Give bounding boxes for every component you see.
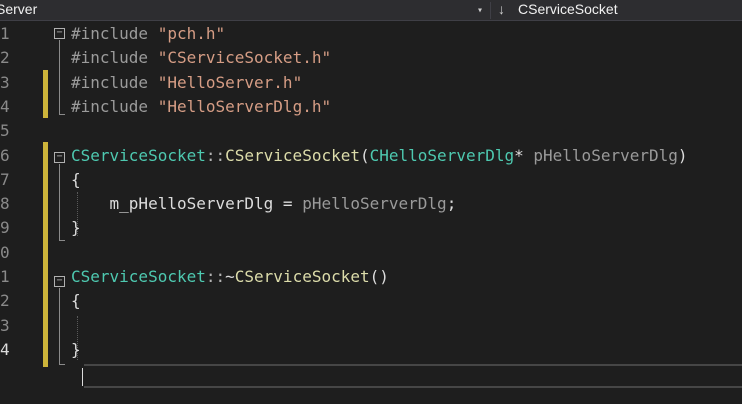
code-token: #include (71, 72, 158, 92)
code-token: () (369, 267, 389, 286)
code-token: { (71, 291, 81, 311)
code-token: m_pHelloServerDlg (71, 194, 283, 214)
line-number: 7 (0, 169, 10, 189)
code-text: { (71, 289, 81, 313)
code-token: pHelloServerDlg (302, 194, 447, 214)
code-line[interactable]: 1 #include "pch.h" (0, 22, 742, 46)
dropdown-arrow-icon[interactable]: ▾ (477, 1, 483, 20)
line-number: 1 (0, 24, 10, 43)
code-token: "CServiceSocket.h" (157, 48, 332, 68)
code-text: CServiceSocket::~CServiceSocket() (71, 265, 389, 289)
code-line[interactable]: 8 m_pHelloServerDlg = pHelloServerDlg; (0, 192, 742, 216)
code-text: #include "pch.h" (71, 22, 225, 46)
code-token: #include (71, 96, 158, 116)
code-line[interactable]: 9} (0, 216, 742, 240)
code-line[interactable]: 6 CServiceSocket::CServiceSocket(CHelloSe… (0, 144, 742, 168)
code-text: m_pHelloServerDlg = pHelloServerDlg; (71, 192, 457, 216)
code-token: #include (71, 24, 158, 43)
code-token: ; (446, 194, 457, 214)
code-token: "pch.h" (157, 24, 226, 43)
code-line[interactable]: 7{ (0, 168, 742, 192)
line-number: 8 (0, 194, 10, 214)
code-token: ~ (225, 267, 235, 286)
code-token: } (71, 218, 81, 238)
code-line[interactable]: 2{ (0, 289, 742, 313)
code-editor[interactable]: − − − 1 #include "pch.h" 2 #include "CServi… (0, 22, 742, 404)
line-number: 6 (0, 145, 10, 165)
code-line[interactable]: 4 #include "HelloServerDlg.h" (0, 95, 742, 119)
line-number: 0 (0, 242, 10, 262)
code-token: ( (359, 145, 370, 165)
code-line[interactable]: 5 (0, 119, 742, 143)
line-number: 4 (0, 96, 10, 116)
navigation-bar: Server ▾ ↓ CServiceSocket (0, 0, 742, 21)
code-token: ) (677, 145, 688, 165)
code-text: #include "CServiceSocket.h" (71, 46, 331, 70)
code-token: :: (205, 145, 226, 165)
code-token: CServiceSocket (71, 267, 206, 286)
line-number: 3 (0, 72, 10, 92)
line-number: 4 (0, 339, 10, 359)
code-text: CServiceSocket::CServiceSocket(CHelloSer… (71, 144, 688, 168)
code-line[interactable]: 0 (0, 241, 742, 265)
code-token: CHelloServerDlg (369, 145, 515, 165)
code-token: = (282, 194, 303, 214)
code-token: "HelloServerDlg.h" (157, 96, 332, 116)
text-caret (82, 368, 83, 386)
code-token: "HelloServer.h" (157, 72, 303, 92)
code-token: CServiceSocket (225, 145, 360, 165)
code-line[interactable]: 3 (0, 314, 742, 338)
code-text: } (71, 338, 81, 362)
fold-end (59, 364, 65, 365)
line-number: 2 (0, 291, 10, 311)
code-token: } (71, 339, 81, 359)
code-token: CServiceSocket (71, 145, 206, 165)
project-name: Server (0, 1, 38, 17)
code-token: CServiceSocket (234, 267, 370, 286)
line-number: 1 (0, 267, 10, 286)
code-line[interactable]: 3 #include "HelloServer.h" (0, 71, 742, 95)
member-dropdown[interactable]: ↓ CServiceSocket (498, 0, 618, 21)
code-text: { (71, 168, 81, 192)
code-line[interactable]: 4} (0, 338, 742, 362)
member-arrow-icon: ↓ (498, 1, 505, 17)
line-number: 5 (0, 121, 10, 141)
line-number: 3 (0, 315, 10, 335)
member-name: CServiceSocket (518, 1, 618, 17)
code-text: } (71, 216, 81, 240)
code-text: #include "HelloServer.h" (71, 71, 302, 95)
code-text: #include "HelloServerDlg.h" (71, 95, 331, 119)
code-token: * (514, 145, 534, 165)
code-line[interactable]: 1 CServiceSocket::~CServiceSocket() (0, 265, 742, 289)
line-number: 2 (0, 48, 10, 68)
code-token: :: (205, 267, 226, 286)
current-line-highlight (84, 364, 742, 388)
code-token: { (71, 169, 81, 189)
nav-divider (490, 2, 491, 19)
code-line[interactable]: 2 #include "CServiceSocket.h" (0, 46, 742, 70)
code-token: #include (71, 48, 158, 68)
line-number: 9 (0, 218, 10, 238)
code-token: pHelloServerDlg (533, 145, 678, 165)
project-dropdown[interactable]: Server (0, 0, 490, 21)
